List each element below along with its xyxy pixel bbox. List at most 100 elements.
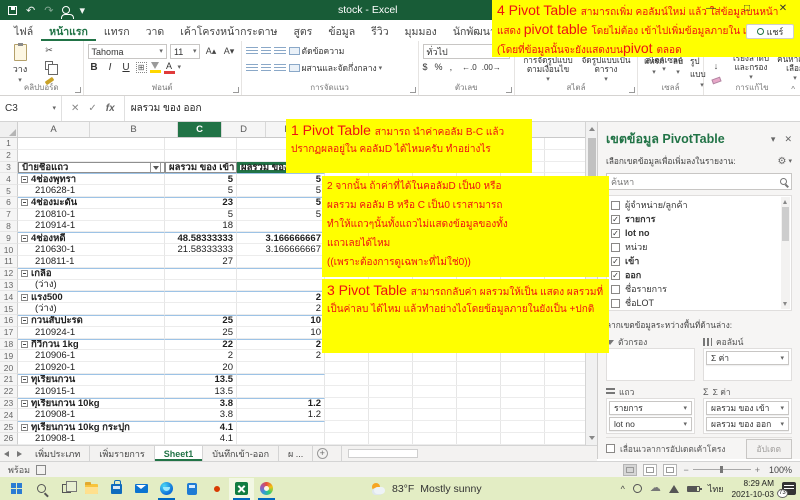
pane-options-icon[interactable]: ▾ (771, 134, 776, 145)
row-number[interactable]: 5 (0, 185, 18, 197)
grid-cell-in[interactable] (165, 138, 237, 150)
qat-customize-icon[interactable]: ▾ (79, 4, 85, 17)
grid-cell-out[interactable]: 10 (237, 315, 325, 327)
row-number[interactable]: 6 (0, 197, 18, 209)
row-number[interactable]: 17 (0, 327, 18, 339)
number-format-button[interactable]: % (435, 62, 443, 72)
grid-cell-in[interactable]: 4.1 (165, 421, 237, 433)
tools-button[interactable]: ⚙▾ (778, 156, 792, 167)
grid-cell-label[interactable]: (ว่าง) (18, 303, 165, 315)
grid-cell-label[interactable]: 210811-1 (18, 256, 165, 268)
zoom-in-icon[interactable]: + (755, 465, 760, 475)
grid-cell-out[interactable] (237, 421, 325, 433)
account-icon[interactable] (62, 6, 70, 14)
taskbar-app-icon[interactable] (254, 478, 279, 500)
row-number[interactable]: 23 (0, 398, 18, 410)
pane-close-icon[interactable]: ✕ (784, 134, 792, 145)
grid-empty-cells[interactable] (325, 398, 585, 410)
taskbar-app-icon[interactable] (79, 478, 104, 500)
cut-button[interactable]: ✂ (41, 44, 57, 57)
row-number[interactable]: 4 (0, 173, 18, 185)
row-number[interactable]: 22 (0, 386, 18, 398)
grid-cell-out[interactable]: 2 (237, 291, 325, 303)
tray-expand-icon[interactable]: ^ (621, 484, 625, 494)
field-item[interactable]: เข้า (611, 254, 779, 268)
grid-cell-out[interactable]: 3.166666667 (237, 244, 325, 256)
onedrive-icon[interactable]: ☁ (650, 483, 661, 494)
grid-cell-label[interactable]: 210810-1 (18, 209, 165, 221)
select-all-corner[interactable] (0, 122, 18, 137)
fill-color-button[interactable] (150, 62, 161, 73)
taskbar-app-icon[interactable] (154, 478, 179, 500)
grid-cell-label[interactable]: 4ช่องมะดัน (18, 197, 165, 209)
grid-cell-out[interactable]: 5 (237, 197, 325, 209)
clock[interactable]: 8:29 AM 2021-10-03 (732, 478, 774, 499)
grid-cell-in[interactable]: 48.58333333 (165, 232, 237, 244)
grid-cell-label[interactable]: ป้ายชื่อแถว (18, 162, 165, 174)
row-number[interactable]: 9 (0, 232, 18, 244)
grid-cell-label[interactable] (18, 150, 165, 162)
collapse-icon[interactable] (21, 400, 28, 407)
weather-widget[interactable]: 83°F Mostly sunny (371, 483, 482, 495)
sheet-tab[interactable]: ผ ... (279, 446, 313, 461)
save-icon[interactable] (8, 6, 17, 15)
redo-button[interactable]: ↷ (44, 4, 53, 17)
scrollbar-thumb[interactable] (348, 449, 418, 458)
bold-button[interactable]: B (88, 62, 101, 73)
sheet-tab[interactable]: บันทึกเข้า-ออก (203, 446, 279, 461)
grid-empty-cells[interactable] (325, 374, 585, 386)
formula-input[interactable]: ผลรวม ของ ออก (125, 96, 800, 121)
column-header[interactable]: D (222, 122, 266, 137)
row-number[interactable]: 25 (0, 421, 18, 433)
grid-cell-label[interactable]: เกลือ (18, 268, 165, 280)
sheet-tab[interactable]: Sheet1 (155, 446, 204, 461)
ribbon-tab[interactable]: เค้าโครงหน้ากระดาษ (172, 20, 285, 41)
page-layout-view-icon[interactable] (643, 464, 657, 476)
row-number[interactable]: 16 (0, 315, 18, 327)
grid-cell-in[interactable] (165, 280, 237, 292)
ribbon-tab[interactable]: วาด (138, 20, 173, 41)
collapse-icon[interactable] (21, 341, 28, 348)
field-chip[interactable]: ผลรวม ของ ออก▾ (706, 417, 789, 431)
filter-icon[interactable] (150, 162, 161, 173)
grid-cell-out[interactable]: 5 (237, 209, 325, 221)
grid-cell-in[interactable]: 5 (165, 185, 237, 197)
grid-cell-label[interactable]: แรง500 (18, 291, 165, 303)
ribbon-tab[interactable]: สูตร (285, 20, 320, 41)
rows-drop-zone[interactable]: รายการ▾lot no▾ (606, 398, 695, 434)
grid-cell-out[interactable] (237, 386, 325, 398)
collapse-icon[interactable] (21, 317, 28, 324)
grid-cell-in[interactable]: 3.8 (165, 398, 237, 410)
update-button[interactable]: อัปเดต (746, 439, 792, 459)
align-bottom-icon[interactable] (274, 47, 286, 56)
grid-cell-in[interactable]: 27 (165, 256, 237, 268)
decimal-button[interactable]: .00→ (482, 63, 501, 72)
values-drop-zone[interactable]: ผลรวม ของ เข้า▾ผลรวม ของ ออก▾ (703, 398, 792, 434)
grid-cell-label[interactable]: 210906-1 (18, 350, 165, 362)
collapse-icon[interactable] (21, 199, 28, 206)
grid-cell-in[interactable] (165, 291, 237, 303)
field-checkbox[interactable] (611, 201, 620, 210)
grid-cell-in[interactable] (165, 268, 237, 280)
align-top-icon[interactable] (246, 47, 258, 56)
wifi-icon[interactable] (669, 485, 679, 493)
field-checkbox[interactable] (611, 285, 620, 294)
grid-cell-in[interactable]: 25 (165, 327, 237, 339)
scrollbar-thumb[interactable] (782, 207, 789, 241)
grid-cell-out[interactable]: 1.2 (237, 398, 325, 410)
italic-button[interactable]: I (104, 62, 117, 73)
field-checkbox[interactable] (611, 299, 620, 308)
row-number[interactable]: 24 (0, 409, 18, 421)
field-search-box[interactable] (606, 173, 792, 190)
font-size-select[interactable]: 11▾ (170, 44, 201, 59)
merge-center-button[interactable]: ผสานและจัดกึ่งกลาง▾ (289, 61, 383, 75)
ribbon-tab[interactable]: ข้อมูล (320, 20, 363, 41)
align-left-icon[interactable] (246, 64, 258, 73)
align-right-icon[interactable] (274, 64, 286, 73)
scroll-up-icon[interactable] (589, 127, 595, 131)
new-sheet-button[interactable]: + (313, 446, 331, 461)
taskbar-app-icon[interactable] (4, 478, 29, 500)
grid-cell-in[interactable]: 13.5 (165, 386, 237, 398)
fill-button[interactable]: ↓ (708, 59, 724, 72)
field-item[interactable]: ออก (611, 268, 779, 282)
